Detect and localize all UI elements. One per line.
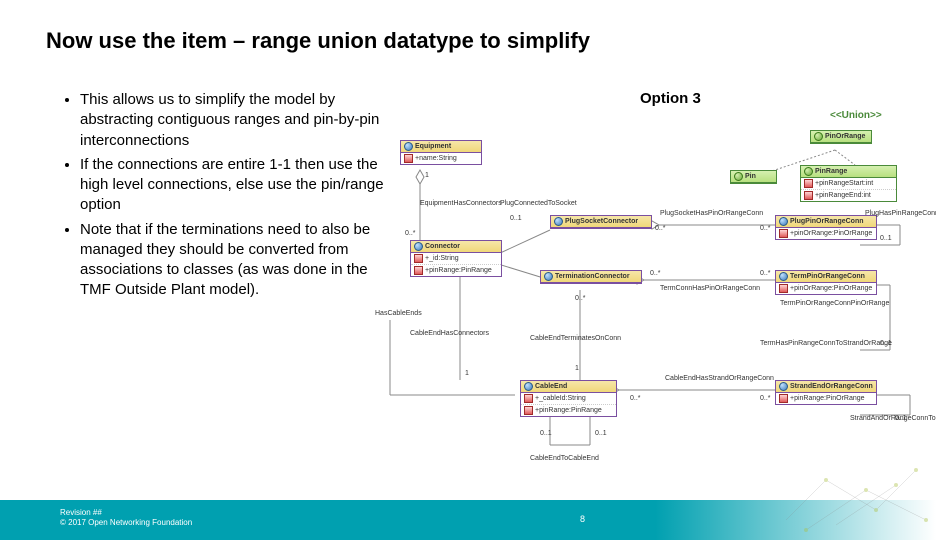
bullet-item: Note that if the terminations need to al… bbox=[80, 220, 392, 301]
mult-label: 0..1 bbox=[880, 235, 892, 242]
class-icon bbox=[554, 217, 563, 226]
mult-label: 0..* bbox=[760, 225, 771, 232]
class-icon bbox=[414, 242, 423, 251]
bullet-item: If the connections are entire 1-1 then u… bbox=[80, 155, 392, 216]
mult-label: 0..1 bbox=[510, 215, 522, 222]
footer-revision: Revision ## © 2017 Open Networking Found… bbox=[60, 508, 192, 529]
union-stereotype-label: <<Union>> bbox=[830, 110, 882, 121]
mult-label: 0..* bbox=[405, 230, 416, 237]
slide-footer: Revision ## © 2017 Open Networking Found… bbox=[0, 500, 936, 540]
bullet-item: This allows us to simplify the model by … bbox=[80, 90, 392, 151]
class-icon bbox=[779, 382, 788, 391]
slide-title: Now use the item – range union datatype … bbox=[46, 28, 590, 54]
class-icon bbox=[524, 382, 533, 391]
assoc-label: StrandAndOrRangeConnTo bbox=[850, 415, 936, 422]
attr-icon bbox=[524, 406, 533, 415]
mult-label: 0..* bbox=[655, 225, 666, 232]
uml-class-connector: Connector +_id:String +pinRange:PinRange bbox=[410, 240, 502, 277]
uml-class-pin: Pin bbox=[730, 170, 777, 184]
mult-label: 0..* bbox=[575, 295, 586, 302]
class-icon bbox=[779, 217, 788, 226]
class-icon bbox=[804, 167, 813, 176]
class-icon bbox=[404, 142, 413, 151]
attr-icon bbox=[804, 191, 813, 200]
option-3-label: Option 3 bbox=[640, 90, 701, 107]
footer-decoration-icon bbox=[776, 460, 936, 540]
assoc-label: CableEndHasStrandOrRangeConn bbox=[665, 375, 774, 382]
assoc-label: TermConnHasPinOrRangeConn bbox=[660, 285, 760, 292]
uml-class-plugpincon: PlugPinOrRangeConn +pinOrRange:PinOrRang… bbox=[775, 215, 877, 240]
assoc-label: TermPinOrRangeConnPinOrRange bbox=[780, 300, 889, 307]
uml-class-pinrange: PinRange +pinRangeStart:int +pinRangeEnd… bbox=[800, 165, 897, 202]
assoc-label: CableEndTerminatesOnConn bbox=[530, 335, 621, 342]
slide-root: Now use the item – range union datatype … bbox=[0, 0, 936, 540]
bullet-list: This allows us to simplify the model by … bbox=[62, 90, 392, 305]
class-icon bbox=[814, 132, 823, 141]
uml-class-strandcon: StrandEndOrRangeConn +pinRange:PinOrRang… bbox=[775, 380, 877, 405]
mult-label: 0..1 bbox=[540, 430, 552, 437]
attr-icon bbox=[414, 266, 423, 275]
mult-label: 0..* bbox=[650, 270, 661, 277]
footer-page-number: 8 bbox=[580, 514, 585, 524]
assoc-label: PlugConnectedToSocket bbox=[500, 200, 577, 207]
mult-label: 0..* bbox=[630, 395, 641, 402]
mult-label: 0..* bbox=[760, 395, 771, 402]
assoc-label: EquipmentHasConnectors bbox=[420, 200, 502, 207]
uml-class-termpincon: TermPinOrRangeConn +pinOrRange:PinOrRang… bbox=[775, 270, 877, 295]
mult-label: 0..1 bbox=[595, 430, 607, 437]
attr-icon bbox=[414, 254, 423, 263]
attr-icon bbox=[804, 179, 813, 188]
uml-class-cableend: CableEnd +_cableId:String +pinRange:PinR… bbox=[520, 380, 617, 417]
uml-class-equipment: Equipment +name:String bbox=[400, 140, 482, 165]
attr-icon bbox=[524, 394, 533, 403]
uml-class-plugsocket: PlugSocketConnector bbox=[550, 215, 652, 229]
mult-label: 0..1 bbox=[880, 340, 892, 347]
uml-class-pinorrange: PinOrRange bbox=[810, 130, 872, 144]
assoc-label: PlugSocketHasPinOrRangeConn bbox=[660, 210, 763, 217]
assoc-label: CableEndHasConnectors bbox=[410, 330, 489, 337]
class-icon bbox=[779, 272, 788, 281]
class-icon bbox=[544, 272, 553, 281]
assoc-label: HasCableEnds bbox=[375, 310, 422, 317]
attr-icon bbox=[779, 284, 788, 293]
mult-label: 0..* bbox=[760, 270, 771, 277]
assoc-label: TermHasPinRangeConnToStrandOrRange bbox=[760, 340, 892, 347]
mult-label: 1 bbox=[465, 370, 469, 377]
attr-icon bbox=[779, 394, 788, 403]
assoc-label: PlugHasPinRangeConnTo bbox=[865, 210, 936, 217]
mult-label: 1 bbox=[425, 172, 429, 179]
mult-label: 1 bbox=[575, 365, 579, 372]
class-icon bbox=[734, 172, 743, 181]
attr-icon bbox=[779, 229, 788, 238]
attr-icon bbox=[404, 154, 413, 163]
mult-label: 0..1 bbox=[895, 415, 907, 422]
uml-diagram: Equipment +name:String Connector +_id:St… bbox=[380, 140, 920, 480]
assoc-label: CableEndToCableEnd bbox=[530, 455, 599, 462]
uml-class-termconn: TerminationConnector bbox=[540, 270, 642, 284]
